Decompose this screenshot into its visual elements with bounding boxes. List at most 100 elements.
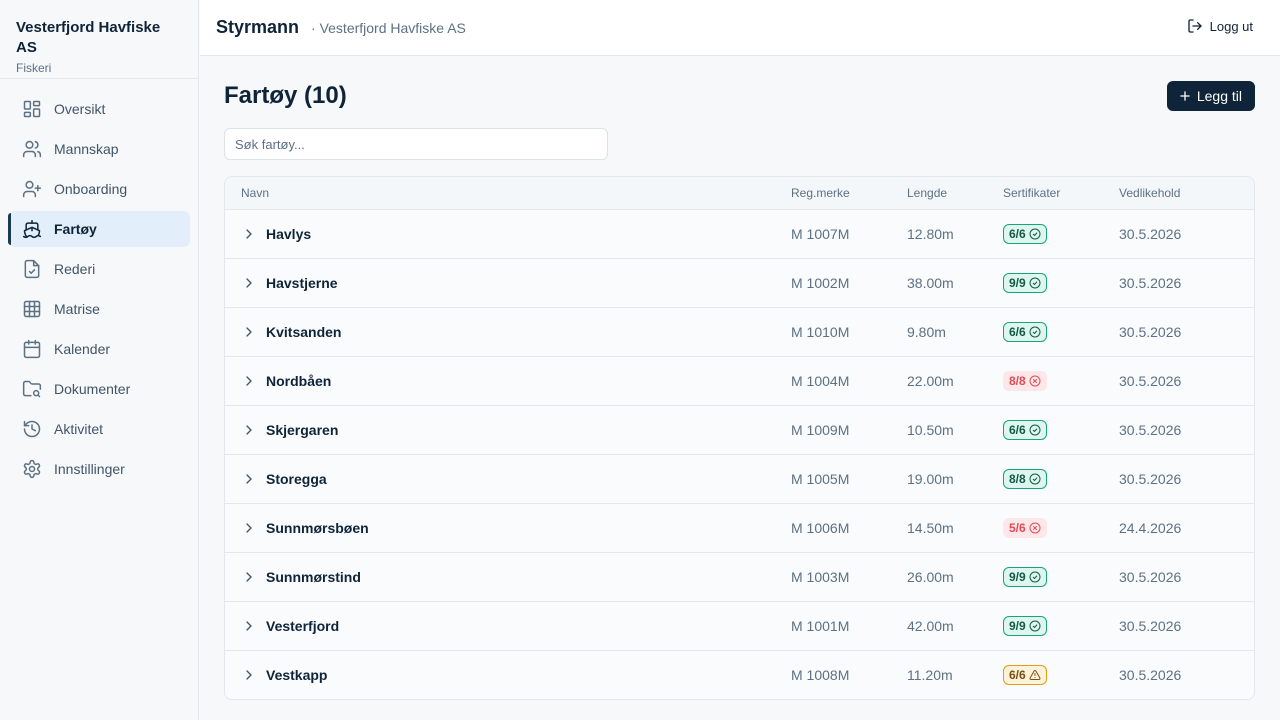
grid-icon [22, 299, 42, 319]
sidebar-item-onboarding[interactable]: Onboarding [8, 171, 190, 207]
vessel-search-input[interactable] [224, 128, 608, 160]
folder-search-icon [22, 379, 42, 399]
chevron-right-icon[interactable] [241, 471, 257, 487]
table-row[interactable]: Nordbåen M 1004M 22.00m 8/8 30.5.2026 [225, 357, 1254, 406]
add-vessel-button[interactable]: Legg til [1166, 81, 1255, 111]
chevron-right-icon[interactable] [241, 569, 257, 585]
users-icon [22, 139, 42, 159]
check-circle-icon [1029, 326, 1041, 338]
sidebar-item-label: Matrise [54, 301, 100, 317]
chevron-right-icon[interactable] [241, 226, 257, 242]
vessel-reg: M 1004M [791, 373, 850, 389]
org-subtitle: · Vesterfjord Havfiske AS [311, 19, 466, 36]
vessel-maintenance: 30.5.2026 [1119, 569, 1182, 585]
certificate-count: 8/8 [1009, 374, 1026, 388]
vessel-name: Vesterfjord [266, 618, 340, 634]
certificate-badge: 9/9 [1003, 273, 1047, 293]
org-sector: Fiskeri [16, 61, 52, 75]
certificate-badge: 9/9 [1003, 567, 1047, 587]
table-row[interactable]: Kvitsanden M 1010M 9.80m 6/6 30.5.2026 [225, 308, 1254, 357]
certificate-count: 9/9 [1009, 276, 1026, 290]
gear-icon [22, 459, 42, 479]
table-row[interactable]: Vesterfjord M 1001M 42.00m 9/9 30.5.2026 [225, 602, 1254, 651]
sidebar-item-label: Mannskap [54, 141, 119, 157]
sidebar-item-kalender[interactable]: Kalender [8, 331, 190, 367]
vessel-name: Storegga [266, 471, 327, 487]
ship-icon [22, 219, 42, 239]
check-circle-icon [1029, 571, 1041, 583]
certificate-badge: 8/8 [1003, 371, 1047, 391]
table-row[interactable]: Sunnmørsbøen M 1006M 14.50m 5/6 24.4.2026 [225, 504, 1254, 553]
vessel-length: 38.00m [907, 275, 954, 291]
sidebar-nav: Oversikt Mannskap Onboarding Fartøy Rederi Ma… [0, 79, 198, 487]
history-icon [22, 419, 42, 439]
certificate-count: 6/6 [1009, 227, 1026, 241]
check-circle-icon [1029, 473, 1041, 485]
top-header: Styrmann · Vesterfjord Havfiske AS Logg … [200, 0, 1280, 56]
certificate-badge: 6/6 [1003, 665, 1047, 685]
sidebar-item-label: Oversikt [54, 101, 106, 117]
warning-triangle-icon [1029, 669, 1041, 681]
chevron-right-icon[interactable] [241, 520, 257, 536]
column-header-reg[interactable]: Reg.merke [791, 186, 907, 200]
add-vessel-label: Legg til [1196, 88, 1242, 104]
file-check-icon [22, 259, 42, 279]
sidebar-item-innstillinger[interactable]: Innstillinger [8, 451, 190, 487]
column-header-name[interactable]: Navn [225, 186, 791, 200]
dashboard-icon [22, 99, 42, 119]
logout-icon [1187, 18, 1203, 34]
sidebar-item-oversikt[interactable]: Oversikt [8, 91, 190, 127]
table-row[interactable]: Storegga M 1005M 19.00m 8/8 30.5.2026 [225, 455, 1254, 504]
table-row[interactable]: Skjergaren M 1009M 10.50m 6/6 30.5.2026 [225, 406, 1254, 455]
table-row[interactable]: Havstjerne M 1002M 38.00m 9/9 30.5.2026 [225, 259, 1254, 308]
check-circle-icon [1029, 228, 1041, 240]
vessel-length: 22.00m [907, 373, 954, 389]
vessel-length: 19.00m [907, 471, 954, 487]
check-circle-icon [1029, 424, 1041, 436]
sidebar-item-label: Kalender [54, 341, 111, 357]
chevron-right-icon[interactable] [241, 373, 257, 389]
sidebar-item-dokumenter[interactable]: Dokumenter [8, 371, 190, 407]
column-header-maintenance[interactable]: Vedlikehold [1119, 186, 1254, 200]
table-row[interactable]: Sunnmørstind M 1003M 26.00m 9/9 30.5.2026 [225, 553, 1254, 602]
vessel-name: Havstjerne [266, 275, 338, 291]
vessel-length: 42.00m [907, 618, 954, 634]
certificate-badge: 6/6 [1003, 224, 1047, 244]
table-row[interactable]: Havlys M 1007M 12.80m 6/6 30.5.2026 [225, 210, 1254, 259]
sidebar-item-label: Innstillinger [54, 461, 125, 477]
logout-button[interactable]: Logg ut [1187, 18, 1253, 34]
certificate-count: 9/9 [1009, 619, 1026, 633]
sidebar-item-matrise[interactable]: Matrise [8, 291, 190, 327]
column-header-certificates[interactable]: Sertifikater [1003, 186, 1119, 200]
certificate-badge: 6/6 [1003, 322, 1047, 342]
vessel-length: 11.20m [907, 667, 953, 683]
chevron-right-icon[interactable] [241, 324, 257, 340]
chevron-right-icon[interactable] [241, 422, 257, 438]
check-circle-icon [1029, 620, 1041, 632]
sidebar-item-aktivitet[interactable]: Aktivitet [8, 411, 190, 447]
vessel-maintenance: 30.5.2026 [1119, 471, 1182, 487]
vessel-reg: M 1009M [791, 422, 850, 438]
calendar-icon [22, 339, 42, 359]
sidebar-item-fartoy[interactable]: Fartøy [8, 211, 190, 247]
sidebar-item-label: Onboarding [54, 181, 128, 197]
sidebar-item-label: Dokumenter [54, 381, 131, 397]
certificate-count: 6/6 [1009, 423, 1026, 437]
sidebar-item-mannskap[interactable]: Mannskap [8, 131, 190, 167]
vessel-reg: M 1007M [791, 226, 850, 242]
sidebar-item-rederi[interactable]: Rederi [8, 251, 190, 287]
table-header: Navn Reg.merke Lengde Sertifikater Vedli… [225, 177, 1254, 210]
vessel-name: Sunnmørsbøen [266, 520, 369, 536]
vessel-reg: M 1008M [791, 667, 850, 683]
sidebar-item-label: Aktivitet [54, 421, 104, 437]
chevron-right-icon[interactable] [241, 618, 257, 634]
certificate-count: 5/6 [1009, 521, 1026, 535]
vessel-reg: M 1003M [791, 569, 850, 585]
chevron-right-icon[interactable] [241, 275, 257, 291]
table-row[interactable]: Vestkapp M 1008M 11.20m 6/6 30.5.2026 [225, 651, 1254, 699]
chevron-right-icon[interactable] [241, 667, 257, 683]
column-header-length[interactable]: Lengde [907, 186, 1003, 200]
vessel-length: 26.00m [907, 569, 954, 585]
vessel-maintenance: 30.5.2026 [1119, 422, 1182, 438]
certificate-count: 6/6 [1009, 325, 1026, 339]
